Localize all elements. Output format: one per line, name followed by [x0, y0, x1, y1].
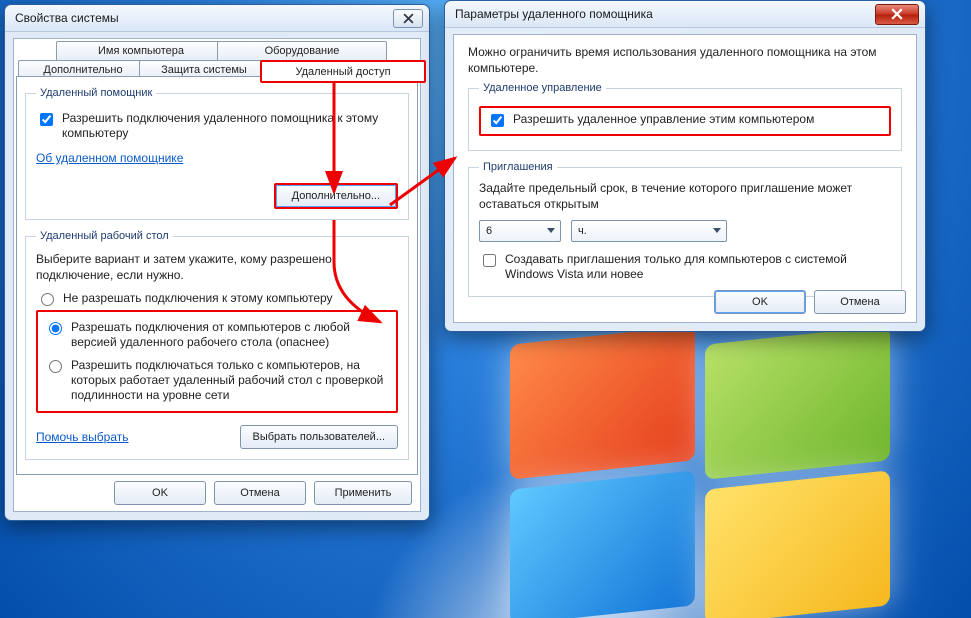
- group-legend: Удаленное управление: [479, 82, 606, 94]
- radio-rdp-any-label: Разрешать подключения от компьютеров с л…: [71, 320, 390, 350]
- group-legend: Приглашения: [479, 161, 557, 173]
- group-remote-assistant: Удаленный помощник Разрешить подключения…: [25, 87, 409, 220]
- checkbox-vista-only[interactable]: Создавать приглашения только для компьют…: [479, 252, 891, 282]
- select-users-button[interactable]: Выбрать пользователей...: [240, 425, 399, 449]
- dialog-buttons: OK Отмена: [714, 290, 906, 314]
- cancel-button[interactable]: Отмена: [814, 290, 906, 314]
- window-title: Параметры удаленного помощника: [451, 7, 871, 21]
- tab-hardware[interactable]: Оборудование: [217, 41, 387, 60]
- checkbox-allow-remote-control[interactable]: Разрешить удаленное управление этим комп…: [479, 106, 891, 136]
- radio-rdp-none-input[interactable]: [41, 293, 54, 306]
- tab-remote[interactable]: Удаленный доступ: [260, 60, 426, 83]
- tab-computer-name[interactable]: Имя компьютера: [56, 41, 226, 60]
- radio-rdp-nla-input[interactable]: [49, 360, 62, 373]
- close-button[interactable]: [393, 9, 423, 28]
- group-legend: Удаленный помощник: [36, 87, 156, 99]
- dialog-buttons: OK Отмена Применить: [114, 481, 412, 505]
- checkbox-allow-assistant-label: Разрешить подключения удаленного помощни…: [62, 111, 398, 141]
- invite-prompt: Задайте предельный срок, в течение котор…: [479, 181, 891, 212]
- rdp-highlight-box: Разрешать подключения от компьютеров с л…: [36, 310, 398, 413]
- window-system-properties: Свойства системы Имя компьютера Оборудов…: [4, 4, 430, 521]
- radio-rdp-none-label: Не разрешать подключения к этому компьют…: [63, 291, 333, 306]
- close-button[interactable]: [875, 4, 919, 25]
- checkbox-vista-only-input[interactable]: [483, 254, 496, 267]
- group-remote-desktop: Удаленный рабочий стол Выберите вариант …: [25, 230, 409, 460]
- group-remote-control: Удаленное управление Разрешить удаленное…: [468, 82, 902, 151]
- checkbox-allow-remote-control-input[interactable]: [491, 114, 504, 127]
- window-remote-assistant-settings: Параметры удаленного помощника Можно огр…: [444, 0, 926, 332]
- group-invitations: Приглашения Задайте предельный срок, в т…: [468, 161, 902, 297]
- radio-rdp-any-input[interactable]: [49, 322, 62, 335]
- close-icon: [891, 8, 903, 20]
- client-area: Имя компьютера Оборудование Дополнительн…: [13, 38, 421, 512]
- link-help-choose[interactable]: Помочь выбрать: [36, 430, 129, 444]
- select-invite-value[interactable]: 6: [479, 220, 561, 242]
- intro-text: Можно ограничить время использования уда…: [468, 45, 902, 76]
- cancel-button[interactable]: Отмена: [214, 481, 306, 505]
- checkbox-allow-assistant-input[interactable]: [40, 113, 53, 126]
- checkbox-vista-only-label: Создавать приглашения только для компьют…: [505, 252, 891, 282]
- window-title: Свойства системы: [11, 11, 389, 25]
- checkbox-allow-assistant[interactable]: Разрешить подключения удаленного помощни…: [36, 111, 398, 141]
- rdp-intro: Выберите вариант и затем укажите, кому р…: [36, 252, 398, 283]
- client-area: Можно ограничить время использования уда…: [453, 34, 917, 323]
- ok-button[interactable]: OK: [714, 290, 806, 314]
- tab-panel-remote: Удаленный помощник Разрешить подключения…: [16, 76, 418, 475]
- radio-rdp-none[interactable]: Не разрешать подключения к этому компьют…: [36, 291, 398, 306]
- advanced-button[interactable]: Дополнительно...: [274, 183, 398, 209]
- radio-rdp-nla[interactable]: Разрешить подключаться только с компьюте…: [44, 358, 390, 403]
- apply-button[interactable]: Применить: [314, 481, 412, 505]
- titlebar-assistant[interactable]: Параметры удаленного помощника: [445, 1, 925, 28]
- select-invite-unit[interactable]: ч.: [571, 220, 727, 242]
- radio-rdp-any[interactable]: Разрешать подключения от компьютеров с л…: [44, 320, 390, 350]
- desktop: Свойства системы Имя компьютера Оборудов…: [0, 0, 971, 618]
- group-legend: Удаленный рабочий стол: [36, 230, 173, 242]
- checkbox-allow-remote-control-label: Разрешить удаленное управление этим комп…: [513, 112, 814, 127]
- radio-rdp-nla-label: Разрешить подключаться только с компьюте…: [71, 358, 390, 403]
- link-about-assistant[interactable]: Об удаленном помощнике: [36, 151, 183, 165]
- windows-logo: [510, 335, 890, 615]
- titlebar-system-properties[interactable]: Свойства системы: [5, 5, 429, 32]
- close-icon: [403, 13, 414, 24]
- ok-button[interactable]: OK: [114, 481, 206, 505]
- tab-strip: Имя компьютера Оборудование Дополнительн…: [16, 41, 418, 81]
